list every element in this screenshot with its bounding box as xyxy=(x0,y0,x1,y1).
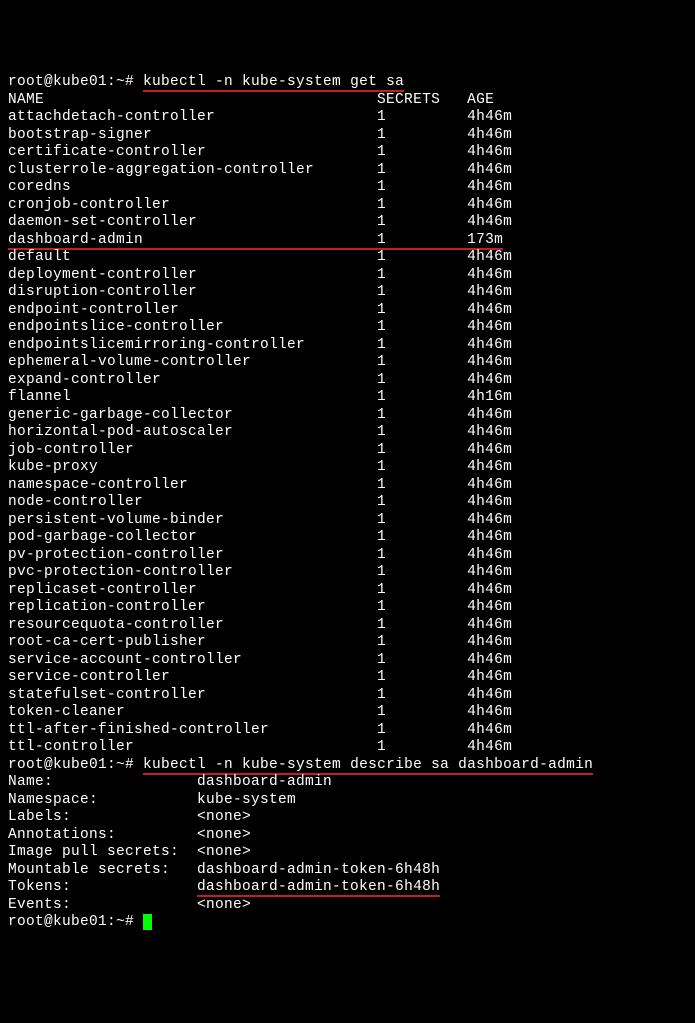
table-row: horizontal-pod-autoscaler 1 4h46m xyxy=(8,424,687,442)
table-header: NAME SECRETS AGE xyxy=(8,92,687,110)
table-row: ttl-controller 1 4h46m xyxy=(8,739,687,757)
table-row: generic-garbage-collector 1 4h46m xyxy=(8,407,687,425)
table-row: token-cleaner 1 4h46m xyxy=(8,704,687,722)
prompt-line-2: root@kube01:~# kubectl -n kube-system de… xyxy=(8,757,687,775)
table-row: deployment-controller 1 4h46m xyxy=(8,267,687,285)
prompt: root@kube01:~# xyxy=(8,757,143,773)
table-row: job-controller 1 4h46m xyxy=(8,442,687,460)
table-row: ephemeral-volume-controller 1 4h46m xyxy=(8,354,687,372)
prompt-line-3: root@kube01:~# xyxy=(8,914,687,932)
table-row: disruption-controller 1 4h46m xyxy=(8,284,687,302)
prompt: root@kube01:~# xyxy=(8,914,143,930)
describe-output: Name: dashboard-adminNamespace: kube-sys… xyxy=(8,774,687,914)
describe-row: Tokens: dashboard-admin-token-6h48h xyxy=(8,879,687,897)
table-row: replication-controller 1 4h46m xyxy=(8,599,687,617)
terminal[interactable]: root@kube01:~# kubectl -n kube-system ge… xyxy=(8,74,687,932)
cursor-icon xyxy=(143,914,152,930)
describe-row: Namespace: kube-system xyxy=(8,792,687,810)
table-row: flannel 1 4h16m xyxy=(8,389,687,407)
command-1: kubectl -n kube-system get sa xyxy=(143,74,404,92)
table-row: attachdetach-controller 1 4h46m xyxy=(8,109,687,127)
describe-row: Mountable secrets: dashboard-admin-token… xyxy=(8,862,687,880)
table-row: endpointslicemirroring-controller 1 4h46… xyxy=(8,337,687,355)
table-row: root-ca-cert-publisher 1 4h46m xyxy=(8,634,687,652)
table-row: ttl-after-finished-controller 1 4h46m xyxy=(8,722,687,740)
table-row: clusterrole-aggregation-controller 1 4h4… xyxy=(8,162,687,180)
describe-row: Annotations: <none> xyxy=(8,827,687,845)
table-row: dashboard-admin 1 173m xyxy=(8,232,687,250)
table-row: endpoint-controller 1 4h46m xyxy=(8,302,687,320)
table-row: replicaset-controller 1 4h46m xyxy=(8,582,687,600)
table-row: namespace-controller 1 4h46m xyxy=(8,477,687,495)
table-row: coredns 1 4h46m xyxy=(8,179,687,197)
table-row: persistent-volume-binder 1 4h46m xyxy=(8,512,687,530)
table-row: service-account-controller 1 4h46m xyxy=(8,652,687,670)
table-row: expand-controller 1 4h46m xyxy=(8,372,687,390)
describe-row: Image pull secrets: <none> xyxy=(8,844,687,862)
table-row: resourcequota-controller 1 4h46m xyxy=(8,617,687,635)
table-row: kube-proxy 1 4h46m xyxy=(8,459,687,477)
table-row: pvc-protection-controller 1 4h46m xyxy=(8,564,687,582)
table-row: statefulset-controller 1 4h46m xyxy=(8,687,687,705)
table-row: certificate-controller 1 4h46m xyxy=(8,144,687,162)
table-row: endpointslice-controller 1 4h46m xyxy=(8,319,687,337)
table-row: default 1 4h46m xyxy=(8,249,687,267)
describe-row: Name: dashboard-admin xyxy=(8,774,687,792)
table-row: daemon-set-controller 1 4h46m xyxy=(8,214,687,232)
table-row: node-controller 1 4h46m xyxy=(8,494,687,512)
describe-row: Labels: <none> xyxy=(8,809,687,827)
table-rows: attachdetach-controller 1 4h46mbootstrap… xyxy=(8,109,687,757)
table-row: service-controller 1 4h46m xyxy=(8,669,687,687)
table-row: pod-garbage-collector 1 4h46m xyxy=(8,529,687,547)
table-row: cronjob-controller 1 4h46m xyxy=(8,197,687,215)
prompt: root@kube01:~# xyxy=(8,74,143,90)
command-2: kubectl -n kube-system describe sa dashb… xyxy=(143,757,593,775)
table-row: pv-protection-controller 1 4h46m xyxy=(8,547,687,565)
prompt-line-1: root@kube01:~# kubectl -n kube-system ge… xyxy=(8,74,687,92)
table-row: bootstrap-signer 1 4h46m xyxy=(8,127,687,145)
describe-row: Events: <none> xyxy=(8,897,687,915)
